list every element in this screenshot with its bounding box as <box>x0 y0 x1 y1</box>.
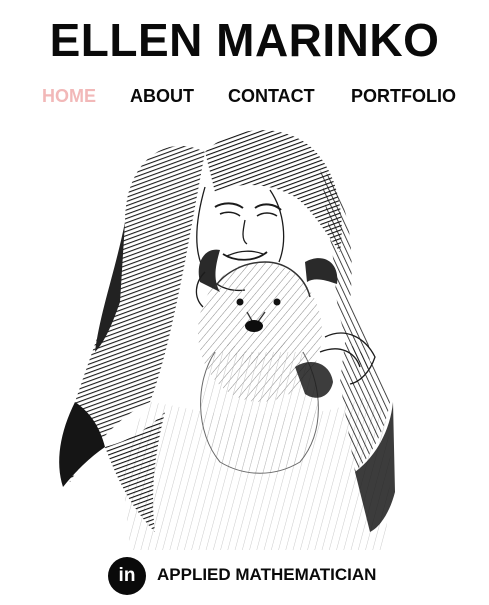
footer-row: in APPLIED MATHEMATICIAN <box>0 556 489 596</box>
nav-contact-link[interactable]: CONTACT <box>228 84 315 108</box>
nav-home-link[interactable]: HOME <box>42 84 96 108</box>
nav-about-link[interactable]: ABOUT <box>130 84 194 108</box>
portrait-sketch <box>59 130 395 550</box>
linkedin-icon[interactable]: in <box>108 557 146 595</box>
tagline: APPLIED MATHEMATICIAN <box>157 565 377 584</box>
nav-portfolio-link[interactable]: PORTFOLIO <box>351 84 456 108</box>
main-nav: HOME ABOUT CONTACT PORTFOLIO <box>0 84 489 108</box>
site-title: ELLEN MARINKO <box>49 14 440 66</box>
